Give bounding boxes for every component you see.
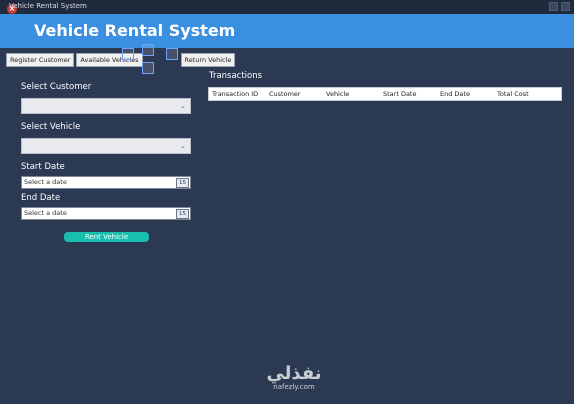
window-title: Vehicle Rental System [9, 2, 87, 10]
watermark-arabic: نفذلي [266, 363, 322, 384]
minimize-button[interactable] [549, 2, 558, 11]
end-date-placeholder: Select a date [24, 209, 67, 217]
column-header[interactable]: Transaction ID [212, 90, 258, 98]
end-date-label: End Date [21, 193, 61, 203]
calendar-icon[interactable]: 15 [176, 178, 189, 188]
chevron-down-icon: ⌄ [180, 142, 186, 150]
watermark-latin: nafezly.com [273, 383, 315, 391]
select-vehicle-label: Select Vehicle [21, 122, 81, 132]
resize-handle [142, 44, 154, 56]
start-date-label: Start Date [21, 162, 65, 172]
column-header[interactable]: Vehicle [326, 90, 349, 98]
resize-handle [166, 48, 178, 60]
app-title: Vehicle Rental System [34, 21, 236, 40]
tab-return-vehicle[interactable]: Return Vehicle [180, 53, 236, 67]
chevron-down-icon: ⌄ [180, 102, 186, 110]
rent-vehicle-button[interactable]: Rent Vehicle [64, 232, 149, 242]
maximize-button[interactable] [561, 2, 570, 11]
start-date-placeholder: Select a date [24, 178, 67, 186]
resize-handle [142, 62, 154, 74]
window-titlebar: × Vehicle Rental System [0, 0, 574, 14]
tab-register-customer[interactable]: Register Customer [6, 53, 75, 67]
watermark: نفذلي nafezly.com [254, 363, 334, 392]
column-header[interactable]: Customer [269, 90, 301, 98]
transactions-label: Transactions [209, 71, 263, 81]
calendar-icon[interactable]: 15 [176, 209, 189, 219]
transactions-table-header: Transaction ID Customer Vehicle Start Da… [208, 87, 562, 101]
customer-combobox[interactable]: ⌄ [21, 98, 191, 114]
column-header[interactable]: End Date [440, 90, 470, 98]
window-controls [549, 2, 570, 11]
selection-overlay [120, 44, 180, 78]
vehicle-combobox[interactable]: ⌄ [21, 138, 191, 154]
end-date-picker[interactable]: Select a date 15 [21, 207, 191, 220]
column-header[interactable]: Start Date [383, 90, 416, 98]
app-header: Vehicle Rental System [0, 14, 574, 48]
resize-handle [122, 48, 134, 60]
start-date-picker[interactable]: Select a date 15 [21, 176, 191, 189]
select-customer-label: Select Customer [21, 82, 92, 92]
column-header[interactable]: Total Cost [497, 90, 529, 98]
